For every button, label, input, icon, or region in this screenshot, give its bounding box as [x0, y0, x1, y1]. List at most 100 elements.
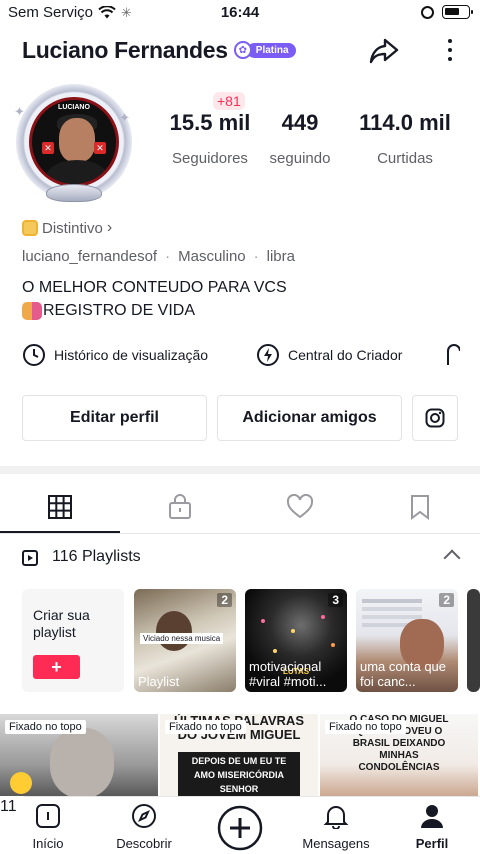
- playlist-caption: Playlist: [138, 674, 180, 689]
- tab-divider: [0, 533, 480, 534]
- separator-dot: ·: [253, 248, 259, 265]
- creator-label: Central do Criador: [288, 347, 403, 363]
- collapse-icon[interactable]: [443, 549, 461, 567]
- grid-icon: [48, 495, 72, 519]
- bio-line-2: REGISTRO DE VIDA: [43, 302, 196, 319]
- heart-icon: [286, 494, 314, 519]
- avatar[interactable]: LUCIANO ✕ ✕ ✦ ✦: [14, 84, 132, 202]
- create-playlist-card[interactable]: Criar sua playlist +: [22, 589, 124, 692]
- add-friends-button[interactable]: Adicionar amigos: [217, 395, 402, 441]
- avatar-photo: LUCIANO ✕ ✕: [29, 97, 119, 187]
- instagram-button[interactable]: [412, 395, 458, 441]
- gender: Masculino: [178, 248, 246, 265]
- playlist-overlay-text: Viciado nessa musica: [140, 633, 224, 644]
- nav-create[interactable]: [192, 805, 288, 851]
- bookmark-icon: [411, 495, 429, 520]
- distintivo-label: Distintivo: [42, 219, 103, 237]
- home-icon: [36, 804, 60, 828]
- battery-icon: [442, 5, 473, 19]
- video-thumbnail[interactable]: O CASO DO MIGUEL QUE COMOVEU O BRASIL DE…: [320, 714, 478, 798]
- playlist-count: 2: [439, 593, 454, 607]
- stat-likes[interactable]: 114.0 mil Curtidas: [350, 110, 460, 167]
- crying-emoji-icon: [10, 772, 32, 794]
- playlist-icon: [22, 550, 38, 566]
- family-emoji-icon: [22, 302, 42, 320]
- plus-icon: [217, 805, 263, 851]
- chevron-right-icon: ›: [106, 219, 113, 236]
- video-thumbnail[interactable]: ÚLTIMAS PALAVRAS DO JOVEM MIGUEL DEPOIS …: [160, 714, 318, 798]
- bottom-nav: Início Descobrir Mensagens Perfil: [0, 796, 480, 854]
- clock-icon: [23, 344, 45, 366]
- tab-saved[interactable]: [360, 490, 480, 524]
- gem-icon: ✿: [233, 41, 252, 59]
- person-icon: [421, 805, 443, 828]
- playlist-card-partial[interactable]: [467, 589, 480, 692]
- edit-profile-button[interactable]: Editar perfil: [22, 395, 207, 441]
- playlist-caption: uma conta que foi canc...: [360, 659, 447, 689]
- nav-discover[interactable]: Descobrir: [96, 803, 192, 851]
- playlist-card[interactable]: 2 uma conta que foi canc...: [356, 589, 458, 692]
- history-link[interactable]: Histórico de visualização: [22, 343, 208, 367]
- more-options-icon[interactable]: [438, 34, 462, 66]
- zodiac-sign: libra: [266, 248, 295, 265]
- following-label: seguindo: [269, 150, 331, 167]
- playlist-caption: motivacional #viral #moti...: [249, 659, 327, 689]
- bio-line-1: O MELHOR CONTEUDO PARA VCS: [22, 279, 287, 296]
- playlist-count: 3: [328, 593, 343, 607]
- playlist-card[interactable]: Viciado nessa musica 2 Playlist: [134, 589, 236, 692]
- creator-center-link[interactable]: Central do Criador: [256, 343, 402, 367]
- badge-label: Platina: [246, 42, 296, 58]
- video-subtitle: DEPOIS DE UM EU TE AMO MISERICÓRDIA SENH…: [178, 752, 300, 798]
- compass-icon: [132, 804, 156, 828]
- share-icon[interactable]: [368, 34, 400, 66]
- instagram-icon: [425, 408, 445, 428]
- playlists-header[interactable]: 116 Playlists: [22, 548, 141, 566]
- clock: 16:44: [220, 4, 260, 21]
- nav-discover-label: Descobrir: [116, 836, 172, 851]
- tab-private[interactable]: [120, 490, 240, 524]
- profile-meta: luciano_fernandesof · Masculino · libra: [22, 248, 295, 265]
- page-title: Luciano Fernandes: [22, 36, 228, 63]
- nav-profile-label: Perfil: [415, 836, 449, 851]
- section-divider: [0, 466, 480, 474]
- bell-icon: [323, 806, 349, 830]
- frame-wings: [46, 184, 102, 202]
- create-playlist-button[interactable]: +: [33, 655, 80, 679]
- status-bar: Sem Serviço ✳ 16:44: [0, 0, 480, 26]
- distintivo-icon: [22, 220, 38, 236]
- following-count: 449: [281, 110, 319, 135]
- new-followers-badge: +81: [213, 92, 245, 110]
- playlist-count: 2: [217, 593, 232, 607]
- platinum-badge[interactable]: ✿ Platina: [233, 41, 296, 59]
- pinned-label: Fixado no topo: [5, 720, 86, 734]
- playlist-card[interactable]: LUTAS 3 motivacional #viral #moti...: [245, 589, 347, 692]
- tab-liked[interactable]: [240, 490, 360, 524]
- nav-profile[interactable]: Perfil: [384, 803, 480, 851]
- messages-badge: 11: [0, 796, 24, 816]
- nav-home-label: Início: [32, 836, 64, 851]
- playlists-count: 116 Playlists: [52, 548, 141, 565]
- shop-icon[interactable]: [446, 343, 460, 367]
- lightning-icon: [257, 344, 279, 366]
- history-label: Histórico de visualização: [54, 347, 209, 363]
- orientation-lock-icon: [421, 5, 434, 19]
- separator-dot: ·: [165, 248, 171, 265]
- tab-videos[interactable]: [0, 490, 120, 524]
- likes-count: 114.0 mil: [359, 110, 451, 135]
- create-playlist-label: Criar sua playlist: [33, 607, 90, 640]
- likes-label: Curtidas: [377, 150, 433, 167]
- star-icon: ✦: [14, 104, 25, 119]
- nav-messages[interactable]: Mensagens: [288, 803, 384, 851]
- pinned-label: Fixado no topo: [325, 720, 406, 734]
- nav-messages-label: Mensagens: [302, 836, 370, 851]
- profile-header: Luciano Fernandes ✿ Platina: [22, 32, 462, 68]
- bio-line-2-row: REGISTRO DE VIDA: [22, 302, 195, 320]
- pinned-label: Fixado no topo: [165, 720, 246, 734]
- avatar-name: LUCIANO: [58, 104, 90, 111]
- stat-following[interactable]: 449 seguindo: [250, 110, 350, 167]
- lock-icon: [169, 494, 191, 519]
- status-right: [421, 5, 473, 19]
- handle: luciano_fernandesof: [22, 248, 158, 265]
- video-thumbnail[interactable]: Fixado no topo: [0, 714, 158, 798]
- distintivo-link[interactable]: Distintivo ›: [22, 219, 112, 237]
